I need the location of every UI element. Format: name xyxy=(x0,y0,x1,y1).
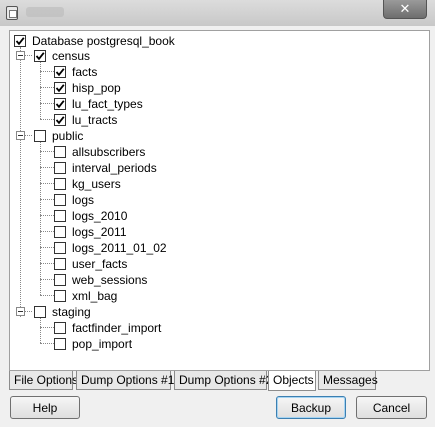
tab-dump-options-2[interactable]: Dump Options #2 xyxy=(174,371,272,390)
tree-node-logs-2010[interactable]: logs_2010 xyxy=(54,208,127,224)
tree-node-label: logs_2011 xyxy=(72,225,127,239)
tree-node-xml-bag[interactable]: xml_bag xyxy=(54,288,117,304)
tree-node-factfinder-import[interactable]: factfinder_import xyxy=(54,320,161,336)
close-icon: ✕ xyxy=(399,1,411,17)
checkbox[interactable] xyxy=(54,146,66,158)
tab-dump-options-1[interactable]: Dump Options #1 xyxy=(76,371,174,390)
backup-button[interactable]: Backup xyxy=(276,396,346,419)
checkbox[interactable] xyxy=(54,274,66,286)
tree-node-logs-2011[interactable]: logs_2011 xyxy=(54,224,127,240)
collapse-staging-icon[interactable] xyxy=(16,307,25,316)
tree-node-staging[interactable]: staging xyxy=(34,304,91,320)
tree-node-logs-2011-01-02[interactable]: logs_2011_01_02 xyxy=(54,240,167,256)
tree-node-label: hisp_pop xyxy=(72,81,121,95)
tree-node-census[interactable]: census xyxy=(34,48,90,64)
checkbox[interactable] xyxy=(14,35,26,47)
tab-objects[interactable]: Objects xyxy=(268,371,316,391)
checkbox[interactable] xyxy=(54,194,66,206)
tree-node-lu-tracts[interactable]: lu_tracts xyxy=(54,112,117,128)
checkbox[interactable] xyxy=(54,210,66,222)
tree-node-kg-users[interactable]: kg_users xyxy=(54,176,121,192)
tree-node-label: web_sessions xyxy=(72,273,148,287)
checkbox[interactable] xyxy=(34,306,46,318)
tab-messages[interactable]: Messages xyxy=(318,371,378,390)
tree-node-label: logs_2010 xyxy=(72,209,128,223)
tab-file-options[interactable]: File Options xyxy=(9,371,78,390)
tree-node-label: lu_fact_types xyxy=(72,97,143,111)
checkbox[interactable] xyxy=(54,338,66,350)
tree-node-label: logs xyxy=(72,193,95,207)
tree-node-label: allsubscribers xyxy=(72,145,146,159)
tree-node-facts[interactable]: facts xyxy=(54,64,97,80)
tree-node-label: logs_2011_01_02 xyxy=(72,241,167,255)
tree-node-label: facts xyxy=(72,65,98,79)
checkbox[interactable] xyxy=(54,290,66,302)
checkbox[interactable] xyxy=(54,114,66,126)
tree-node-logs[interactable]: logs xyxy=(54,192,94,208)
floppy-disk-icon xyxy=(6,6,18,20)
checkbox[interactable] xyxy=(54,258,66,270)
tree-node-label: interval_periods xyxy=(72,161,157,175)
cancel-button[interactable]: Cancel xyxy=(356,396,427,419)
title-bar: ✕ xyxy=(0,0,435,26)
checkbox[interactable] xyxy=(34,130,46,142)
tree-node-pop-import[interactable]: pop_import xyxy=(54,336,132,352)
tree-node-web-sessions[interactable]: web_sessions xyxy=(54,272,147,288)
tree-node-hisp-pop[interactable]: hisp_pop xyxy=(54,80,121,96)
tree-node-label: xml_bag xyxy=(72,289,118,303)
window-title xyxy=(26,7,64,17)
checkbox[interactable] xyxy=(54,82,66,94)
tree-node-label: lu_tracts xyxy=(72,113,118,127)
tree-node-label: user_facts xyxy=(72,257,128,271)
checkbox[interactable] xyxy=(54,322,66,334)
tree-node-label: kg_users xyxy=(72,177,121,191)
close-button[interactable]: ✕ xyxy=(383,0,427,19)
checkbox[interactable] xyxy=(54,98,66,110)
tree-node-user-facts[interactable]: user_facts xyxy=(54,256,127,272)
tree-node-public[interactable]: public xyxy=(34,128,83,144)
objects-tree: Database postgresql_book census facts hi… xyxy=(9,30,430,371)
checkbox[interactable] xyxy=(54,66,66,78)
tree-node-label: staging xyxy=(52,305,91,319)
tree-node-label: census xyxy=(52,49,91,63)
checkbox[interactable] xyxy=(54,242,66,254)
help-button[interactable]: Help xyxy=(10,396,80,419)
collapse-public-icon[interactable] xyxy=(16,131,25,140)
collapse-census-icon[interactable] xyxy=(16,51,25,60)
tree-node-allsubscribers[interactable]: allsubscribers xyxy=(54,144,145,160)
tree-node-interval-periods[interactable]: interval_periods xyxy=(54,160,157,176)
tree-node-lu-fact-types[interactable]: lu_fact_types xyxy=(54,96,143,112)
tree-node-label: Database postgresql_book xyxy=(32,34,175,48)
checkbox[interactable] xyxy=(54,178,66,190)
tree-node-label: factfinder_import xyxy=(72,321,162,335)
checkbox[interactable] xyxy=(34,50,46,62)
checkbox[interactable] xyxy=(54,162,66,174)
tree-node-label: public xyxy=(52,129,84,143)
tree-node-database[interactable]: Database postgresql_book xyxy=(14,33,175,49)
tree-node-label: pop_import xyxy=(72,337,133,351)
checkbox[interactable] xyxy=(54,226,66,238)
